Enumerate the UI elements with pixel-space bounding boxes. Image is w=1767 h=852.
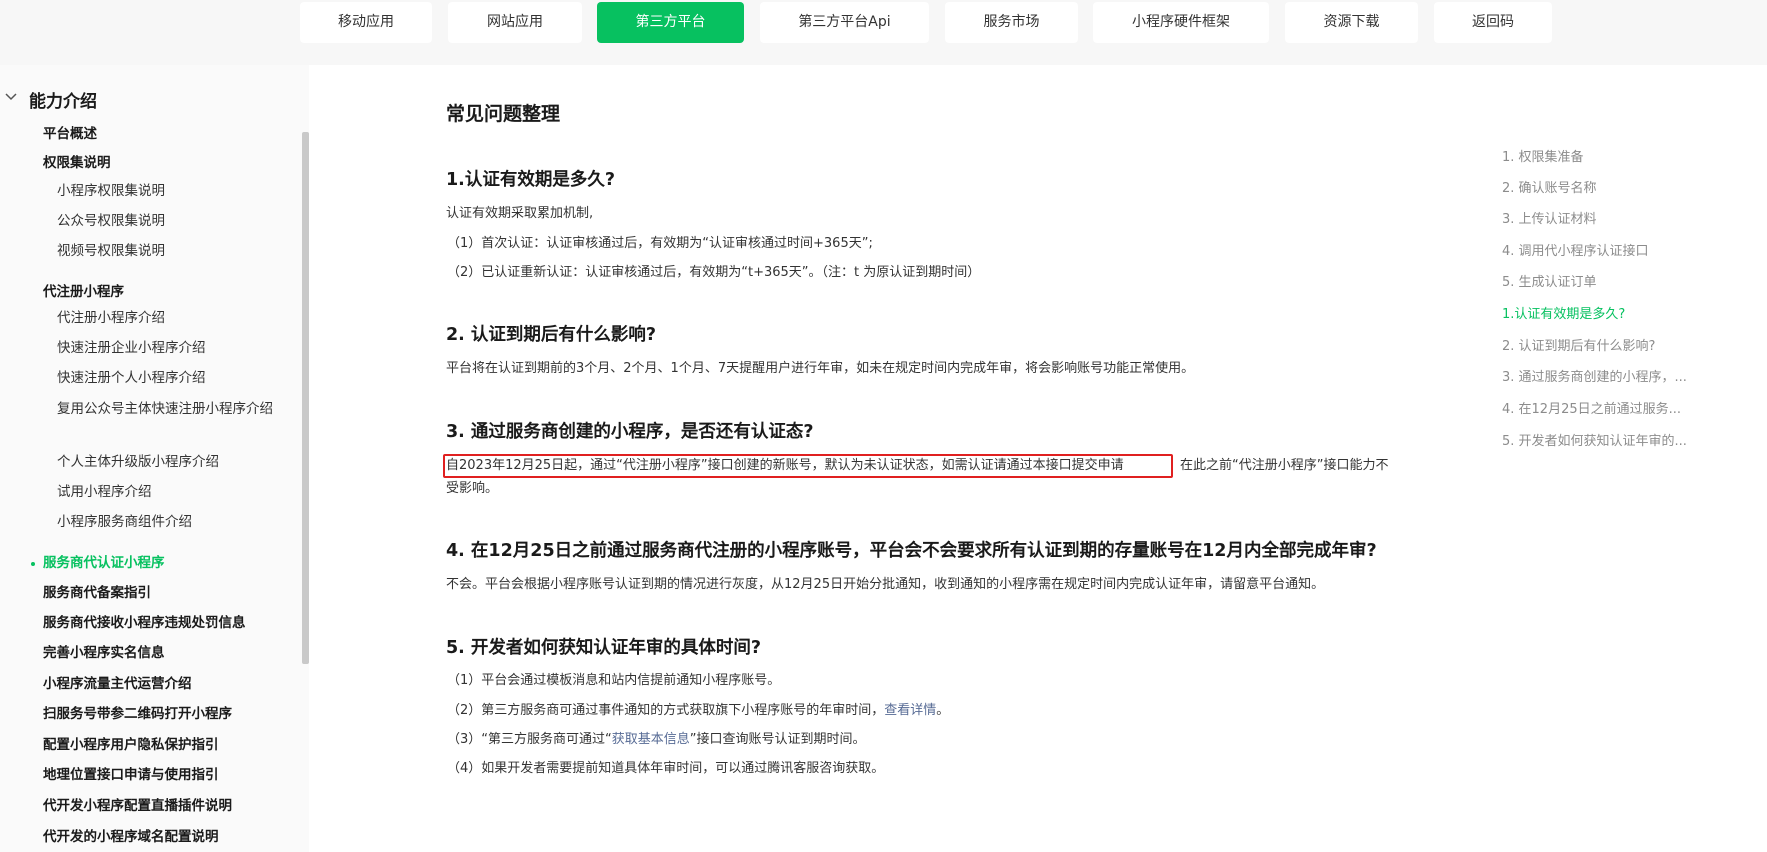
get-basic-info-link[interactable]: 获取基本信息 (612, 732, 690, 747)
sidebar-item-permission-sets[interactable]: 权限集说明 (43, 153, 111, 173)
q1-line-3: （2）已认证重新认证：认证审核通过后，有效期为“t+365天”。（注：t 为原认… (447, 265, 981, 280)
toc-item-q5[interactable]: 5. 开发者如何获知认证年审的... (1502, 432, 1687, 452)
sidebar-item-platform-overview[interactable]: 平台概述 (43, 124, 97, 144)
q5-line-3-text: （3）“第三方服务商可通过“ (447, 732, 612, 747)
q5-line-4: （4）如果开发者需要提前知道具体年审时间，可以通过腾讯客服咨询获取。 (447, 761, 885, 776)
q5-line-3: （3）“第三方服务商可通过“获取基本信息”接口查询账号认证到期时间。 (447, 729, 866, 751)
sidebar-item-miniprogram-permissions[interactable]: 小程序权限集说明 (57, 181, 165, 201)
q3-highlighted-text: 自2023年12月25日起，通过“代注册小程序”接口创建的新账号，默认为未认证状… (446, 458, 1124, 473)
q5-line-2: （2）第三方服务商可通过事件通知的方式获取旗下小程序账号的年审时间，查看详情。 (447, 700, 949, 722)
nav-mobile-app[interactable]: 移动应用 (300, 2, 432, 43)
sidebar-item-traffic-operation[interactable]: 小程序流量主代运营介绍 (43, 674, 192, 694)
toc-item-q4[interactable]: 4. 在12月25日之前通过服务... (1502, 400, 1681, 420)
nav-miniprogram-hardware[interactable]: 小程序硬件框架 (1093, 2, 1269, 43)
sidebar-item-qrcode-open[interactable]: 扫服务号带参二维码打开小程序 (43, 704, 232, 724)
sidebar-item-proxy-filing[interactable]: 服务商代备案指引 (43, 583, 151, 603)
q3-text-after: 在此之前“代注册小程序”接口能力不 (1180, 458, 1389, 473)
toc-item-call-api[interactable]: 4. 调用代小程序认证接口 (1502, 242, 1649, 262)
sidebar-item-trial-miniprogram[interactable]: 试用小程序介绍 (57, 482, 152, 502)
q3-text-continued: 受影响。 (446, 481, 499, 496)
question-1-heading: 1.认证有效期是多久? (446, 170, 615, 190)
nav-return-codes[interactable]: 返回码 (1434, 2, 1552, 43)
toc-item-q3[interactable]: 3. 通过服务商创建的小程序，... (1502, 368, 1687, 388)
sidebar-item-fast-register-personal[interactable]: 快速注册个人小程序介绍 (57, 368, 206, 388)
question-3-heading: 3. 通过服务商创建的小程序，是否还有认证态? (446, 422, 814, 442)
toc-item-generate-order[interactable]: 5. 生成认证订单 (1502, 273, 1597, 293)
left-sidebar: 能力介绍 平台概述 权限集说明 小程序权限集说明 公众号权限集说明 视频号权限集… (0, 65, 302, 852)
nav-resource-download[interactable]: 资源下载 (1285, 2, 1418, 43)
q5-line-1: （1）平台会通过模板消息和站内信提前通知小程序账号。 (447, 673, 781, 688)
nav-third-party-platform[interactable]: 第三方平台 (597, 2, 744, 43)
sidebar-item-service-component[interactable]: 小程序服务商组件介绍 (57, 512, 192, 532)
sidebar-item-proxy-register[interactable]: 代注册小程序 (43, 282, 124, 302)
toc-item-upload-materials[interactable]: 3. 上传认证材料 (1502, 210, 1597, 230)
toc-item-permission-prep[interactable]: 1. 权限集准备 (1502, 148, 1584, 168)
sidebar-item-privacy-guide[interactable]: 配置小程序用户隐私保护指引 (43, 735, 219, 755)
active-indicator-dot (31, 562, 35, 566)
sidebar-item-proxy-verification[interactable]: 服务商代认证小程序 (43, 553, 165, 573)
page-title: 常见问题整理 (446, 103, 561, 125)
sidebar-item-fast-register-enterprise[interactable]: 快速注册企业小程序介绍 (57, 338, 206, 358)
q5-line-2-text: （2）第三方服务商可通过事件通知的方式获取旗下小程序账号的年审时间， (447, 703, 885, 718)
nav-website-app[interactable]: 网站应用 (448, 2, 582, 43)
nav-third-party-api[interactable]: 第三方平台Api (760, 2, 929, 43)
sidebar-item-channels-permissions[interactable]: 视频号权限集说明 (57, 241, 165, 261)
sidebar-section-title: 能力介绍 (29, 92, 97, 112)
view-details-link[interactable]: 查看详情 (884, 703, 936, 718)
sidebar-item-violation-info[interactable]: 服务商代接收小程序违规处罚信息 (43, 613, 246, 633)
question-5-heading: 5. 开发者如何获知认证年审的具体时间? (446, 638, 762, 658)
q5-line-2-end: 。 (936, 703, 950, 718)
nav-service-market[interactable]: 服务市场 (945, 2, 1078, 43)
sidebar-item-live-plugin[interactable]: 代开发小程序配置直播插件说明 (43, 796, 232, 816)
sidebar-scrollbar-thumb[interactable] (302, 132, 309, 664)
toc-item-q2[interactable]: 2. 认证到期后有什么影响? (1502, 337, 1655, 357)
question-4-heading: 4. 在12月25日之前通过服务商代注册的小程序账号，平台会不会要求所有认证到期… (446, 541, 1377, 561)
q1-line-2: （1）首次认证：认证审核通过后，有效期为“认证审核通过时间+365天”; (447, 236, 873, 251)
q1-line-1: 认证有效期采取累加机制, (446, 206, 594, 221)
chevron-down-icon (5, 93, 17, 101)
top-navigation-bar: 移动应用 网站应用 第三方平台 第三方平台Api 服务市场 小程序硬件框架 资源… (0, 0, 1767, 65)
sidebar-section-header[interactable]: 能力介绍 (0, 87, 300, 117)
sidebar-item-proxy-register-intro[interactable]: 代注册小程序介绍 (57, 308, 165, 328)
sidebar-item-location-api[interactable]: 地理位置接口申请与使用指引 (43, 765, 219, 785)
q2-text: 平台将在认证到期前的3个月、2个月、1个月、7天提醒用户进行年审，如未在规定时间… (446, 361, 1195, 376)
sidebar-item-personal-upgrade[interactable]: 个人主体升级版小程序介绍 (57, 452, 219, 472)
sidebar-item-domain-config[interactable]: 代开发的小程序域名配置说明 (43, 827, 219, 847)
toc-item-confirm-name[interactable]: 2. 确认账号名称 (1502, 179, 1597, 199)
question-2-heading: 2. 认证到期后有什么影响? (446, 325, 657, 345)
sidebar-item-realname-info[interactable]: 完善小程序实名信息 (43, 643, 165, 663)
q5-line-3-end: ”接口查询账号认证到期时间。 (689, 732, 866, 747)
toc-item-q1[interactable]: 1.认证有效期是多久? (1502, 305, 1625, 325)
sidebar-item-official-account-permissions[interactable]: 公众号权限集说明 (57, 211, 165, 231)
q4-text: 不会。平台会根据小程序账号认证到期的情况进行灰度，从12月25日开始分批通知，收… (446, 577, 1325, 592)
sidebar-item-reuse-official-account[interactable]: 复用公众号主体快速注册小程序介绍 (57, 398, 277, 420)
